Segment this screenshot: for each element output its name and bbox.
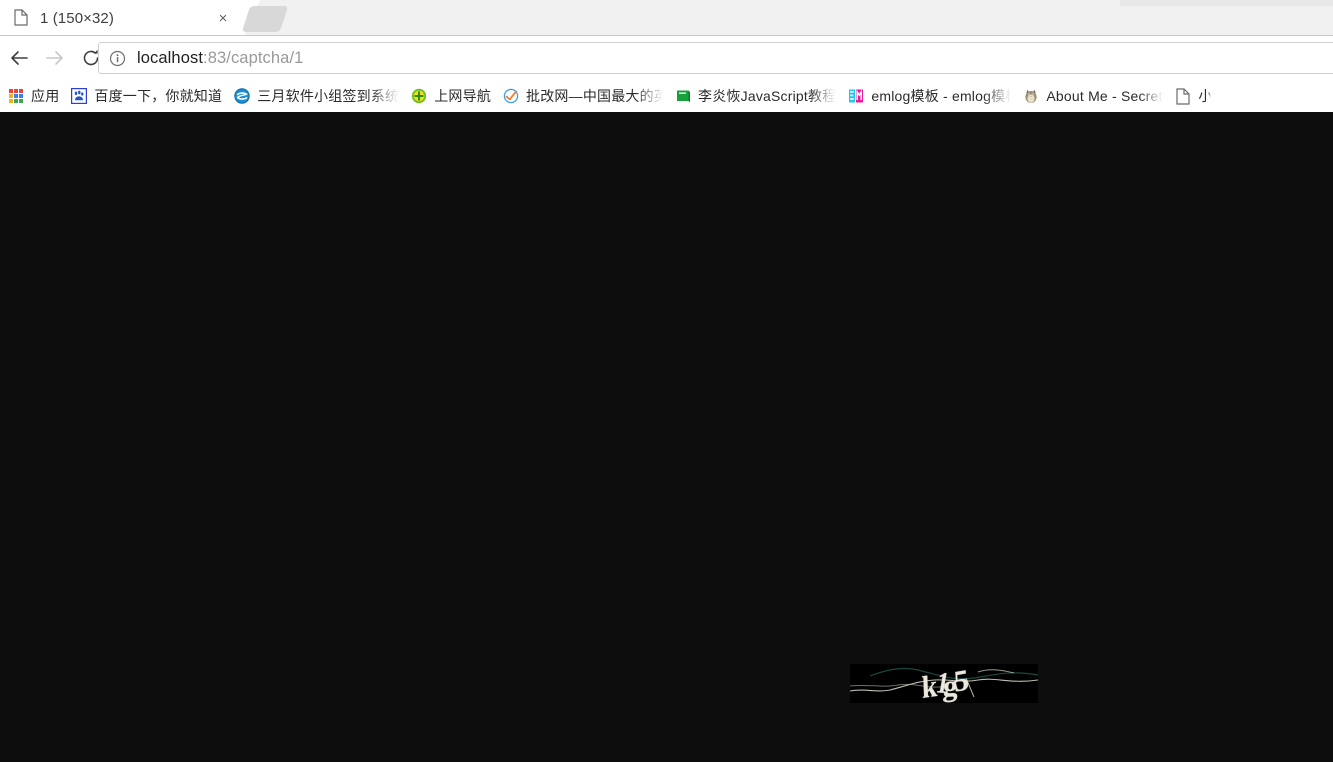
bookmark-label: 百度一下，你就知道 <box>94 86 222 106</box>
page-content: k1g5 <box>0 112 1333 762</box>
url-text: localhost:83/captcha/1 <box>137 49 303 68</box>
tab-title: 1 (150×32) <box>40 10 212 27</box>
emlog-em-icon <box>848 88 864 104</box>
bookmarks-bar: 应用 百度一下，你就知道 三 <box>0 80 1333 112</box>
bookmark-liyanhui-js[interactable]: 李炎恢JavaScript教程 <box>669 84 842 108</box>
back-icon[interactable] <box>4 43 34 73</box>
blue-globe-icon <box>234 88 250 104</box>
bookmark-hao123[interactable]: 上网导航 <box>405 84 497 108</box>
captcha-image-container[interactable]: k1g5 <box>850 664 1038 703</box>
bookmark-label: 上网导航 <box>434 86 491 106</box>
bookmark-other[interactable]: 小 <box>1169 84 1217 108</box>
close-icon[interactable]: × <box>212 7 234 29</box>
document-icon <box>1175 88 1191 104</box>
forward-icon <box>40 43 70 73</box>
bookmark-sanyue[interactable]: 三月软件小组签到系统 <box>228 84 405 108</box>
green-plus-icon <box>411 88 427 104</box>
bookmark-apps[interactable]: 应用 <box>2 84 65 108</box>
apps-grid-icon <box>8 88 24 104</box>
address-bar[interactable]: localhost:83/captcha/1 <box>98 42 1333 74</box>
captcha-char-3: 5 <box>952 664 967 699</box>
captcha-image[interactable]: k1g5 <box>850 664 1038 703</box>
window-controls-area <box>1120 0 1333 6</box>
document-icon <box>14 9 30 27</box>
info-circle-icon[interactable] <box>109 50 127 67</box>
bookmark-label: 批改网—中国最大的英语作文批改网 <box>526 86 663 106</box>
url-path: :83/captcha/1 <box>203 49 303 67</box>
bookmark-emlog[interactable]: emlog模板 - emlog模板站 <box>842 84 1017 108</box>
bookmark-label: emlog模板 - emlog模板站 <box>871 86 1011 106</box>
bookmark-baidu[interactable]: 百度一下，你就知道 <box>65 84 228 108</box>
bookmark-label: About Me - Secret Blog <box>1046 88 1163 104</box>
bookmark-label: 李炎恢JavaScript教程 <box>698 86 836 106</box>
bookmark-label: 应用 <box>31 86 59 106</box>
browser-tab-active[interactable]: 1 (150×32) × <box>0 0 244 36</box>
bookmark-label: 小 <box>1198 86 1211 106</box>
bookmark-label: 三月软件小组签到系统 <box>257 86 399 106</box>
green-book-icon <box>675 88 691 104</box>
captcha-text: k1g5 <box>919 667 968 701</box>
browser-window: 1 (150×32) × <box>0 0 1333 762</box>
blue-check-icon <box>503 88 519 104</box>
baidu-paw-icon <box>71 88 87 104</box>
bookmark-about-me[interactable]: About Me - Secret Blog <box>1017 84 1169 108</box>
url-host: localhost <box>137 49 203 67</box>
bookmark-pigai[interactable]: 批改网—中国最大的英语作文批改网 <box>497 84 669 108</box>
totoro-icon <box>1023 88 1039 104</box>
